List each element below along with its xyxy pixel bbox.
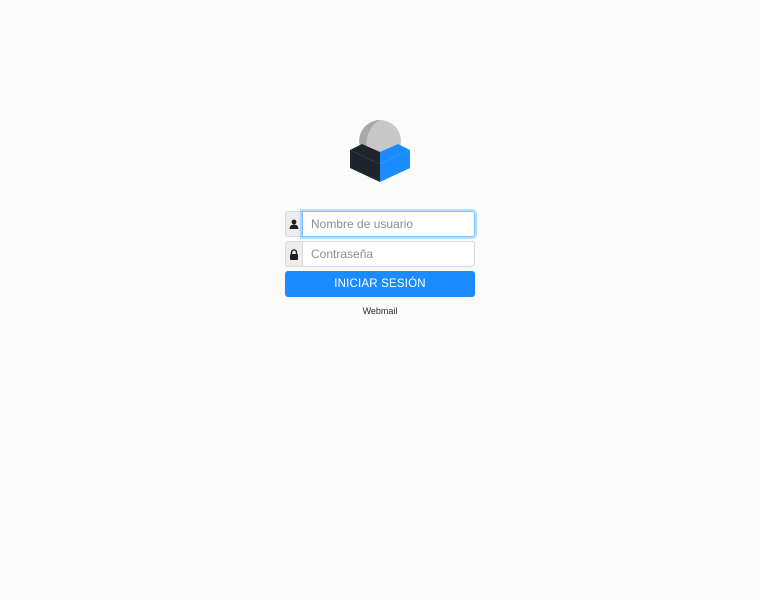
login-page: INICIAR SESIÓN Webmail: [0, 0, 760, 600]
user-icon: [285, 211, 302, 237]
roundcube-logo-icon: [350, 120, 410, 182]
password-input[interactable]: [302, 241, 475, 267]
username-input[interactable]: [302, 211, 475, 237]
webmail-link[interactable]: Webmail: [285, 306, 475, 316]
lock-icon: [285, 241, 302, 267]
login-button[interactable]: INICIAR SESIÓN: [285, 271, 475, 297]
username-row: [285, 211, 475, 237]
password-row: [285, 241, 475, 267]
login-form: INICIAR SESIÓN: [285, 211, 475, 297]
